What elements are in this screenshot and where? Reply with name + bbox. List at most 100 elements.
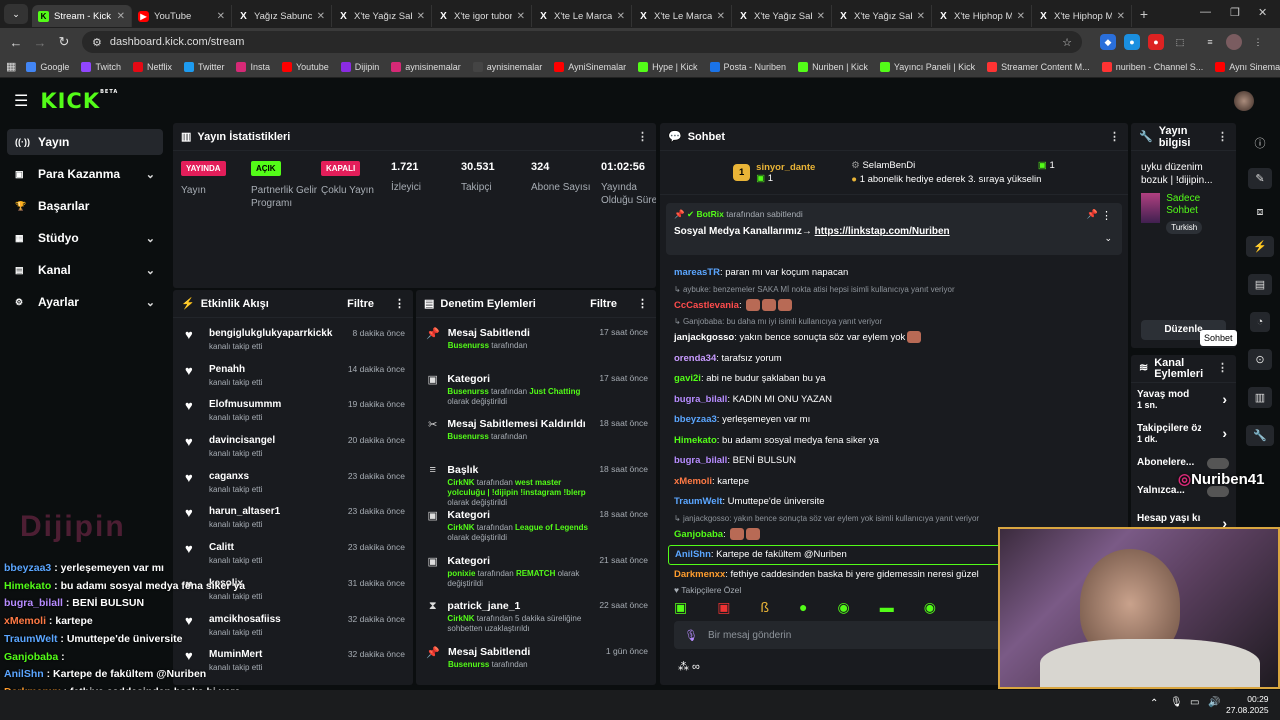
channel-action-item[interactable]: Yavaş mod 1 sn. › xyxy=(1137,389,1229,419)
follower-name[interactable]: caganxs xyxy=(209,471,262,482)
activity-row[interactable]: ♥ Penahh kanalı takip etti 14 dakika önce xyxy=(173,358,413,394)
chat-username[interactable]: bbeyzaa3 xyxy=(674,414,717,425)
bookmark-item[interactable]: Dijipin xyxy=(340,61,379,72)
browser-tab[interactable]: K Stream - Kick Da ✕ xyxy=(32,5,132,27)
more-options-icon[interactable]: ⋮ xyxy=(1217,363,1228,374)
chat-icon[interactable]: ◔ xyxy=(1249,312,1271,332)
browser-tab[interactable]: X X'te Yağız Sabu ✕ xyxy=(732,5,832,27)
bookmark-item[interactable]: Youtube xyxy=(282,61,329,72)
tray-chevron-icon[interactable]: ⌃ xyxy=(1150,698,1158,709)
edit-icon[interactable]: ✎ xyxy=(1248,168,1272,189)
site-info-icon[interactable]: ⚙ xyxy=(92,36,102,49)
channel-action-item[interactable]: Yalnızca... xyxy=(1137,485,1229,515)
user-avatar[interactable] xyxy=(1234,91,1254,111)
moderation-row[interactable]: ✂ Mesaj Sabitlemesi Kaldırıldı Busenurss t… xyxy=(416,413,656,459)
channel-action-item[interactable]: Takipçilere özel s1 dk. › xyxy=(1137,423,1229,453)
chevron-right-icon[interactable]: › xyxy=(1222,391,1227,407)
close-tab-icon[interactable]: ✕ xyxy=(817,11,825,22)
moderation-row[interactable]: ▣ Kategori ponixie tarafından REMATCH olar… xyxy=(416,550,656,596)
forward-button[interactable]: → xyxy=(28,35,52,50)
bookmark-item[interactable]: Yayıncı Paneli | Kick xyxy=(879,61,975,72)
close-tab-icon[interactable]: ✕ xyxy=(1017,11,1025,22)
sidebar-item-ayarlar[interactable]: ⚙ Ayarlar ⌄ xyxy=(7,289,163,315)
chat-mode[interactable]: Sadece Sohbet xyxy=(1166,193,1226,217)
activity-row[interactable]: ♥ caganxs kanalı takip etti 23 dakika önce xyxy=(173,465,413,501)
moderation-row[interactable]: ▣ Kategori Busenurss tarafından Just Chatt… xyxy=(416,368,656,414)
chat-message[interactable]: gavi2i: abi ne budur şaklaban bu ya xyxy=(660,369,1128,390)
activity-row[interactable]: ♥ bengiglukglukyaparrkickk kanalı takip et… xyxy=(173,322,413,358)
emote-icon[interactable]: ● xyxy=(799,599,807,616)
chat-message[interactable]: mareasTR: paran mı var koçum napacan xyxy=(660,263,1128,284)
more-options-icon[interactable]: ⋮ xyxy=(637,297,648,310)
pinned-link[interactable]: https://linkstap.com/Nuriben xyxy=(815,226,950,237)
close-tab-icon[interactable]: ✕ xyxy=(217,11,225,22)
microphone-icon[interactable]: 🎙 xyxy=(1170,697,1183,708)
browser-tab[interactable]: X X'te Le Marca ✕ xyxy=(632,5,732,27)
moderator-name[interactable]: ponixie xyxy=(447,569,475,578)
follower-name[interactable]: Calitt xyxy=(209,542,262,553)
bookmark-item[interactable]: Google xyxy=(26,61,69,72)
emote-icon[interactable]: ▣ xyxy=(717,599,730,616)
close-tab-icon[interactable]: ✕ xyxy=(917,11,925,22)
chat-message[interactable]: Himekato: bu adamı sosyal medya fena sik… xyxy=(660,431,1128,452)
close-tab-icon[interactable]: ✕ xyxy=(1117,11,1125,22)
bookmark-item[interactable]: Twitter xyxy=(183,61,224,72)
close-tab-icon[interactable]: ✕ xyxy=(717,11,725,22)
close-tab-icon[interactable]: ✕ xyxy=(117,11,125,22)
moderator-name[interactable]: Busenurss xyxy=(448,341,489,350)
bookmark-item[interactable]: Netflix xyxy=(132,61,172,72)
menu-hamburger-icon[interactable]: ☰ xyxy=(14,91,28,111)
reload-button[interactable]: ↻ xyxy=(52,34,76,50)
apps-grid-icon[interactable]: ▦ xyxy=(6,60,16,73)
new-tab-button[interactable]: + xyxy=(1132,6,1156,22)
gift-user[interactable]: sinyor_dante xyxy=(756,162,815,173)
chat-username[interactable]: Himekato xyxy=(674,435,717,446)
browser-tab[interactable]: X X'te Hiphop M ✕ xyxy=(932,5,1032,27)
activity-row[interactable]: ♥ davincisangel kanalı takip etti 20 dakika… xyxy=(173,429,413,465)
extension-red-icon[interactable]: ● xyxy=(1148,34,1164,50)
pinned-by[interactable]: BotRix xyxy=(696,209,723,219)
chat-username[interactable]: orenda34 xyxy=(674,353,716,364)
chat-message[interactable]: orenda34: tarafsız yorum xyxy=(660,349,1128,370)
browser-tab[interactable]: ▶ YouTube ✕ xyxy=(132,5,232,27)
more-options-icon[interactable]: ⋮ xyxy=(1217,130,1228,143)
moderation-row[interactable]: 📌 Mesaj Sabitlendi Busenurss tarafından 17 … xyxy=(416,322,656,368)
screenshot-icon[interactable]: ⧈ xyxy=(1257,206,1264,219)
unpin-icon[interactable]: 📌 xyxy=(1087,209,1098,220)
bookmark-star-icon[interactable]: ☆ xyxy=(1062,36,1072,49)
follower-name[interactable]: harun_altaser1 xyxy=(209,506,280,517)
chat-username[interactable]: mareasTR xyxy=(674,267,720,278)
bookmark-item[interactable]: aynisinemalar xyxy=(391,61,461,72)
restore-icon[interactable]: ❐ xyxy=(1230,6,1240,19)
emote-icon[interactable]: ß xyxy=(760,599,769,616)
chevron-down-icon[interactable]: ⌄ xyxy=(146,232,155,245)
moderator-name[interactable]: Busenurss xyxy=(447,387,488,396)
clock[interactable]: 00:29 27.08.2025 xyxy=(1226,694,1269,716)
emote-icon[interactable]: ◉ xyxy=(924,599,936,616)
chat-message[interactable]: bugra_bilall: KADIN MI ONU YAZAN xyxy=(660,390,1128,411)
bookmark-item[interactable]: Twitch xyxy=(81,61,121,72)
follower-name[interactable]: bengiglukglukyaparrkickk xyxy=(209,328,332,339)
minimize-icon[interactable]: — xyxy=(1200,6,1211,18)
follower-name[interactable]: davincisangel xyxy=(209,435,275,446)
document-icon[interactable]: ▤ xyxy=(1247,274,1273,295)
more-options-icon[interactable]: ⋮ xyxy=(1101,209,1112,222)
more-options-icon[interactable]: ⋮ xyxy=(394,297,405,310)
activity-row[interactable]: ♥ harun_altaser1 kanalı takip etti 23 dakik… xyxy=(173,500,413,536)
chat-username[interactable]: gavi2i xyxy=(674,373,701,384)
chat-username[interactable]: Darkmenxx xyxy=(674,569,725,580)
filter-button[interactable]: Filtre xyxy=(590,298,617,310)
moderator-name[interactable]: CirkNK xyxy=(447,523,474,532)
chat-message[interactable]: TraumWelt: Umuttepe'de üniversite xyxy=(660,492,1128,513)
network-icon[interactable]: ▭ xyxy=(1190,697,1199,708)
follower-name[interactable]: Elofmusummm xyxy=(209,399,281,410)
gift-user-2[interactable]: SelamBenDi xyxy=(862,160,915,171)
moderation-row[interactable]: ▣ Kategori CirkNK tarafından League of Leg… xyxy=(416,504,656,550)
close-tab-icon[interactable]: ✕ xyxy=(317,11,325,22)
bookmark-item[interactable]: aynisinemalar xyxy=(472,61,542,72)
moderator-name[interactable]: Busenurss xyxy=(448,660,489,669)
activity-row[interactable]: ♥ Elofmusummm kanalı takip etti 19 dakika ö… xyxy=(173,393,413,429)
chat-message[interactable]: xMemoli: kartepe xyxy=(660,472,1128,493)
browser-tab[interactable]: X X'te Le Marca ✕ xyxy=(532,5,632,27)
bookmark-item[interactable]: Aynı Sinemalar - Ça... xyxy=(1215,61,1280,72)
